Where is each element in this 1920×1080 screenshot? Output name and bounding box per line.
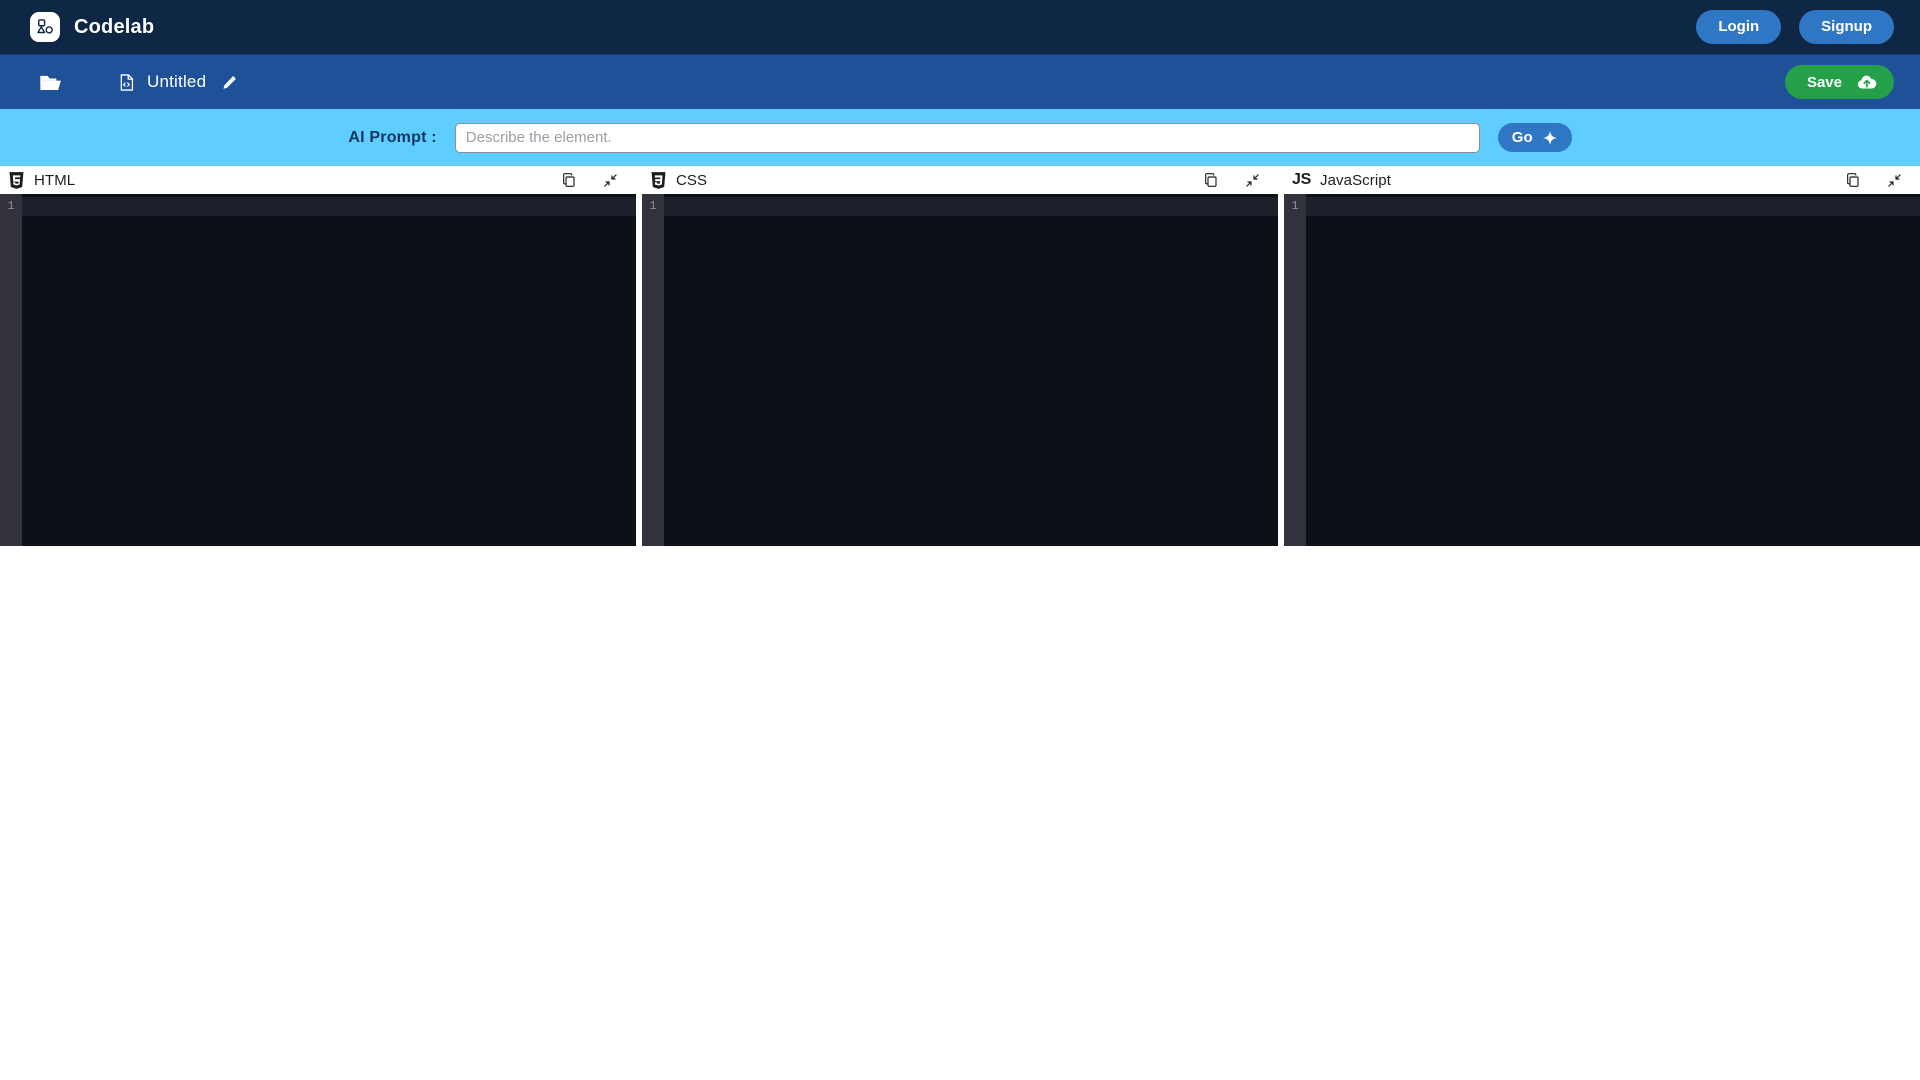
collapse-icon[interactable]	[599, 169, 622, 192]
code-area-javascript[interactable]: 1	[1284, 194, 1920, 546]
save-button-label: Save	[1806, 73, 1842, 91]
code-area-css[interactable]: 1	[642, 194, 1278, 546]
code-body-html[interactable]	[22, 194, 636, 546]
file-toolbar: Untitled Save	[0, 54, 1920, 109]
code-area-html[interactable]: 1	[0, 194, 636, 546]
active-line-highlight	[664, 197, 1278, 216]
line-number: 1	[649, 199, 657, 213]
file-code-icon	[117, 73, 136, 92]
line-number: 1	[7, 199, 15, 213]
sparkle-icon	[1542, 130, 1558, 146]
editor-pane-css: CSS 1	[642, 166, 1278, 546]
pane-header-css: CSS	[642, 166, 1278, 194]
file-chip[interactable]: Untitled	[117, 70, 242, 95]
collapse-icon[interactable]	[1883, 169, 1906, 192]
folder-open-icon[interactable]	[34, 66, 67, 99]
copy-icon[interactable]	[1199, 168, 1223, 192]
top-navbar: Codelab Login Signup	[0, 0, 1920, 54]
copy-icon[interactable]	[557, 168, 581, 192]
line-number: 1	[1291, 199, 1299, 213]
pane-header-html: HTML	[0, 166, 636, 194]
pane-title-html: HTML	[34, 171, 76, 189]
toolbar-left-group: Untitled	[34, 66, 242, 99]
signup-button[interactable]: Signup	[1799, 10, 1894, 44]
pane-title-javascript: JavaScript	[1319, 171, 1392, 189]
pane-title-css: CSS	[676, 171, 708, 189]
js-icon: JS	[1292, 171, 1311, 188]
editor-pane-html: HTML 1	[0, 166, 636, 546]
cloud-upload-icon	[1856, 73, 1878, 91]
active-line-highlight	[22, 197, 636, 216]
save-button[interactable]: Save	[1784, 65, 1894, 99]
active-line-highlight	[1306, 197, 1920, 216]
css3-icon	[650, 171, 667, 190]
editor-panes: HTML 1 CSS 1 JS JavaScript 1	[0, 166, 1920, 546]
ai-prompt-label: AI Prompt :	[348, 128, 437, 146]
navbar-actions: Login Signup	[1696, 10, 1894, 44]
collapse-icon[interactable]	[1241, 169, 1264, 192]
brand-name: Codelab	[74, 15, 155, 38]
code-body-css[interactable]	[664, 194, 1278, 546]
gutter-html: 1	[0, 194, 22, 546]
go-button[interactable]: Go	[1497, 123, 1572, 152]
pane-header-javascript: JS JavaScript	[1284, 166, 1920, 194]
pencil-icon[interactable]	[217, 70, 242, 95]
code-body-javascript[interactable]	[1306, 194, 1920, 546]
editor-pane-javascript: JS JavaScript 1	[1284, 166, 1920, 546]
gutter-javascript: 1	[1284, 194, 1306, 546]
ai-prompt-bar: AI Prompt : Go	[0, 109, 1920, 166]
html5-icon	[8, 171, 25, 190]
file-name: Untitled	[147, 72, 207, 91]
brand[interactable]: Codelab	[30, 12, 154, 42]
go-button-label: Go	[1511, 129, 1533, 146]
login-button[interactable]: Login	[1696, 10, 1782, 44]
ai-prompt-input[interactable]	[454, 122, 1480, 153]
pane-actions-html	[557, 168, 628, 192]
pane-actions-javascript	[1841, 168, 1912, 192]
shapes-logo-icon	[30, 12, 60, 42]
gutter-css: 1	[642, 194, 664, 546]
pane-actions-css	[1199, 168, 1270, 192]
copy-icon[interactable]	[1841, 168, 1865, 192]
